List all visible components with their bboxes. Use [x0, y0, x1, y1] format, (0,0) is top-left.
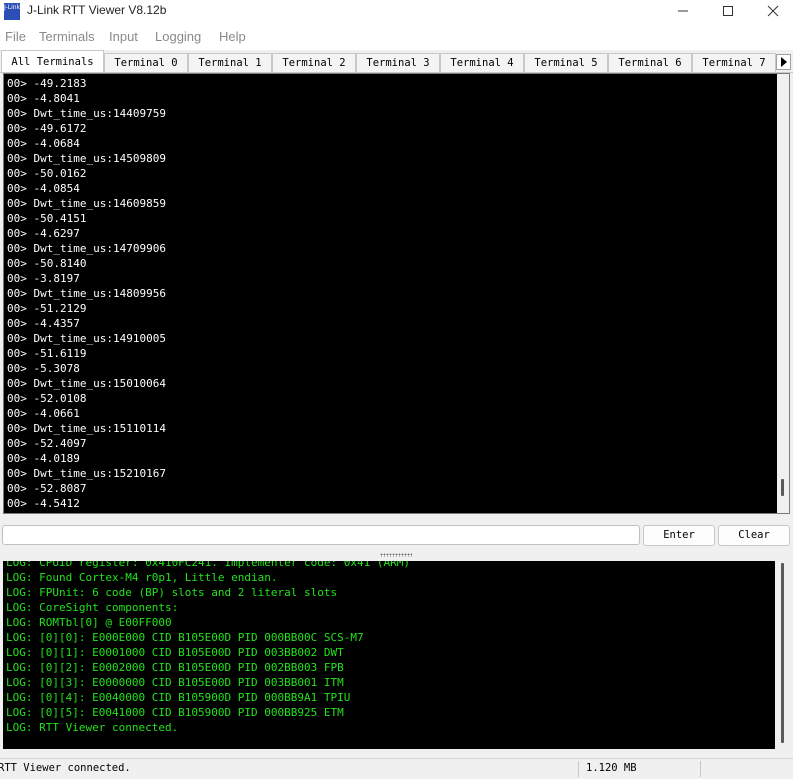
terminal-line: 00> Dwt_time_us:14509809: [7, 152, 166, 165]
terminal-line: 00> -5.3078: [7, 362, 80, 375]
minimize-icon: [678, 10, 688, 12]
terminal-lines: 00> -49.2183 00> -4.8041 00> Dwt_time_us:1…: [7, 76, 772, 512]
tab-all-terminals[interactable]: All Terminals: [1, 50, 104, 72]
tab-terminal-0[interactable]: Terminal 0: [104, 53, 188, 72]
log-line: LOG: ROMTbl[0] @ E00FF000: [6, 616, 172, 629]
status-message: RTT Viewer connected.: [0, 762, 131, 774]
terminal-line: 00> Dwt_time_us:14409759: [7, 107, 166, 120]
terminal-line: 00> -49.6172: [7, 122, 87, 135]
log-line: LOG: [0][2]: E0002000 CID B105E00D PID 0…: [6, 661, 344, 674]
terminal-line: 00> -51.2129: [7, 302, 87, 315]
terminal-input[interactable]: [2, 525, 640, 545]
terminal-line: 00> -50.0162: [7, 167, 87, 180]
log-line: LOG: [0][0]: E000E000 CID B105E00D PID 0…: [6, 631, 364, 644]
log-line: LOG: [0][3]: E0000000 CID B105E00D PID 0…: [6, 676, 344, 689]
terminal-scrollbar[interactable]: [777, 74, 789, 513]
status-memory: 1.120 MB: [586, 762, 637, 774]
menu-bar: File Terminals Input Logging Help: [0, 24, 793, 50]
status-separator: [578, 761, 579, 777]
terminal-line: 00> -3.8197: [7, 272, 80, 285]
menu-input[interactable]: Input: [109, 29, 138, 44]
terminal-line: 00> Dwt_time_us:15010064: [7, 377, 166, 390]
log-line: LOG: CoreSight components:: [6, 601, 179, 614]
log-scrollbar-thumb[interactable]: [781, 563, 784, 743]
title-bar: J-Link J-Link RTT Viewer V8.12b: [0, 0, 793, 24]
terminal-scrollbar-thumb[interactable]: [781, 479, 784, 496]
terminal-line: 00> -49.2183: [7, 77, 87, 90]
terminal-line: 00> Dwt_time_us:14609859: [7, 197, 166, 210]
log-lines: LOG: CPUID register: 0x410FC241. Impleme…: [6, 561, 771, 735]
log-line: LOG: Found Cortex-M4 r0p1, Little endian…: [6, 571, 278, 584]
terminal-line: 00> -4.0684: [7, 137, 80, 150]
terminal-line: 00> -50.8140: [7, 257, 87, 270]
log-line: LOG: FPUnit: 6 code (BP) slots and 2 lit…: [6, 586, 338, 599]
log-line: LOG: RTT Viewer connected.: [6, 721, 179, 734]
log-line: LOG: [0][1]: E0001000 CID B105E00D PID 0…: [6, 646, 344, 659]
terminal-line: 00> Dwt_time_us:14910005: [7, 332, 166, 345]
menu-terminals[interactable]: Terminals: [39, 29, 95, 44]
log-line: LOG: [0][4]: E0040000 CID B105900D PID 0…: [6, 691, 351, 704]
terminal-line: 00> Dwt_time_us:14709906: [7, 242, 166, 255]
status-bar: RTT Viewer connected. 1.120 MB: [0, 758, 793, 779]
tab-terminal-3[interactable]: Terminal 3: [356, 53, 440, 72]
minimize-button[interactable]: [660, 0, 706, 22]
jlink-logo-icon: J-Link: [4, 3, 20, 20]
terminal-line: 00> -4.0661: [7, 407, 80, 420]
terminal-line: 00> -50.4151: [7, 212, 87, 225]
log-scrollbar[interactable]: [776, 561, 790, 749]
terminal-line: 00> -51.6119: [7, 347, 87, 360]
terminal-line: 00> -4.5412: [7, 497, 80, 510]
terminal-line: 00> Dwt_time_us:15210167: [7, 467, 166, 480]
menu-logging[interactable]: Logging: [155, 29, 201, 44]
maximize-icon: [723, 6, 733, 16]
close-icon: [767, 5, 779, 17]
rtt-viewer-window: J-Link J-Link RTT Viewer V8.12b File Ter…: [0, 0, 793, 779]
close-button[interactable]: [750, 0, 793, 22]
menu-file[interactable]: File: [5, 29, 26, 44]
terminal-line: 00> -4.0854: [7, 182, 80, 195]
terminal-line: 00> -4.4357: [7, 317, 80, 330]
status-separator: [700, 761, 701, 777]
maximize-button[interactable]: [705, 0, 751, 22]
terminal-line: 00> -52.8087: [7, 482, 87, 495]
log-line: LOG: [0][5]: E0041000 CID B105900D PID 0…: [6, 706, 344, 719]
tab-terminal-2[interactable]: Terminal 2: [272, 53, 356, 72]
enter-button[interactable]: Enter: [643, 525, 715, 546]
menu-help[interactable]: Help: [219, 29, 246, 44]
splitter-grip-icon[interactable]: [380, 553, 412, 557]
terminal-output[interactable]: 00> -49.2183 00> -4.8041 00> Dwt_time_us:1…: [3, 73, 790, 514]
tab-terminal-5[interactable]: Terminal 5: [524, 53, 608, 72]
tab-terminal-1[interactable]: Terminal 1: [188, 53, 272, 72]
terminal-line: 00> -52.0108: [7, 392, 87, 405]
tab-terminal-4[interactable]: Terminal 4: [440, 53, 524, 72]
terminal-tabs: All Terminals Terminal 0 Terminal 1 Term…: [0, 50, 793, 73]
logo-text: J-Link: [4, 4, 21, 11]
terminal-line: 00> -4.0189: [7, 452, 80, 465]
tab-scroll-right-button[interactable]: [776, 54, 791, 70]
window-title: J-Link RTT Viewer V8.12b: [27, 3, 167, 17]
chevron-right-icon: [780, 57, 787, 67]
log-line: LOG: CPUID register: 0x410FC241. Impleme…: [6, 561, 410, 569]
terminal-line: 00> -52.4097: [7, 437, 87, 450]
terminal-line: 00> Dwt_time_us:14809956: [7, 287, 166, 300]
tab-terminal-6[interactable]: Terminal 6: [608, 53, 692, 72]
terminal-line: 00> -4.6297: [7, 227, 80, 240]
panel-splitter[interactable]: [0, 549, 793, 561]
log-output[interactable]: LOG: CPUID register: 0x410FC241. Impleme…: [3, 561, 775, 749]
terminal-line: 00> Dwt_time_us:15110114: [7, 422, 166, 435]
tab-terminal-7[interactable]: Terminal 7: [692, 53, 776, 72]
clear-button[interactable]: Clear: [718, 525, 790, 546]
terminal-line: 00> -4.8041: [7, 92, 80, 105]
